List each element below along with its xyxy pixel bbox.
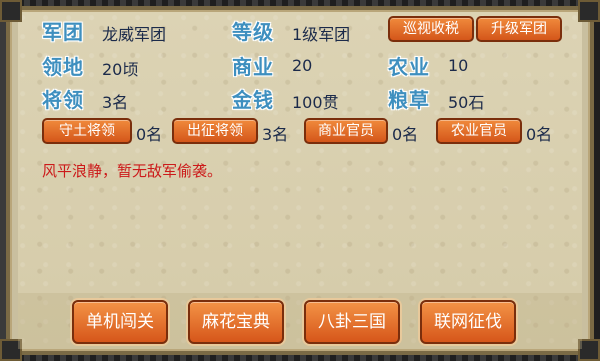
corner-ornament-top-left [0,0,22,22]
online-conquest-button[interactable]: 联网征伐 [420,300,516,344]
corps-label: 军团 [42,20,84,44]
status-message: 风平浪静，暂无敌军偷袭。 [42,162,223,180]
campaign-generals-count: 3名 [262,125,289,144]
single-player-challenge-button[interactable]: 单机闯关 [72,300,168,344]
generals-value: 3名 [102,93,129,112]
commerce-value: 20 [292,56,313,75]
corner-ornament-top-right [578,0,600,22]
money-label: 金钱 [232,88,274,112]
level-value: 1级军团 [292,25,351,44]
commerce-officials-button[interactable]: 商业官员 [304,118,388,144]
money-value: 100贯 [292,93,339,112]
agriculture-value: 10 [448,56,469,75]
corps-value: 龙威军团 [102,25,167,44]
territory-label: 领地 [42,55,84,79]
patrol-tax-button[interactable]: 巡视收税 [388,16,474,42]
grain-value: 50石 [448,93,485,112]
commerce-label: 商业 [232,55,274,79]
level-label: 等级 [232,20,274,44]
agriculture-officials-button[interactable]: 农业官员 [436,118,522,144]
upgrade-corps-button[interactable]: 升级军团 [476,16,562,42]
agriculture-officials-count: 0名 [526,125,553,144]
commerce-officials-count: 0名 [392,125,419,144]
territory-value: 20顷 [102,60,139,79]
generals-label: 将领 [42,88,84,112]
grain-label: 粮草 [388,88,430,112]
garrison-generals-button[interactable]: 守土将领 [42,118,132,144]
mahua-guide-button[interactable]: 麻花宝典 [188,300,284,344]
campaign-generals-button[interactable]: 出征将领 [172,118,258,144]
agriculture-label: 农业 [388,55,430,79]
garrison-generals-count: 0名 [136,125,163,144]
bagua-three-kingdoms-button[interactable]: 八卦三国 [304,300,400,344]
